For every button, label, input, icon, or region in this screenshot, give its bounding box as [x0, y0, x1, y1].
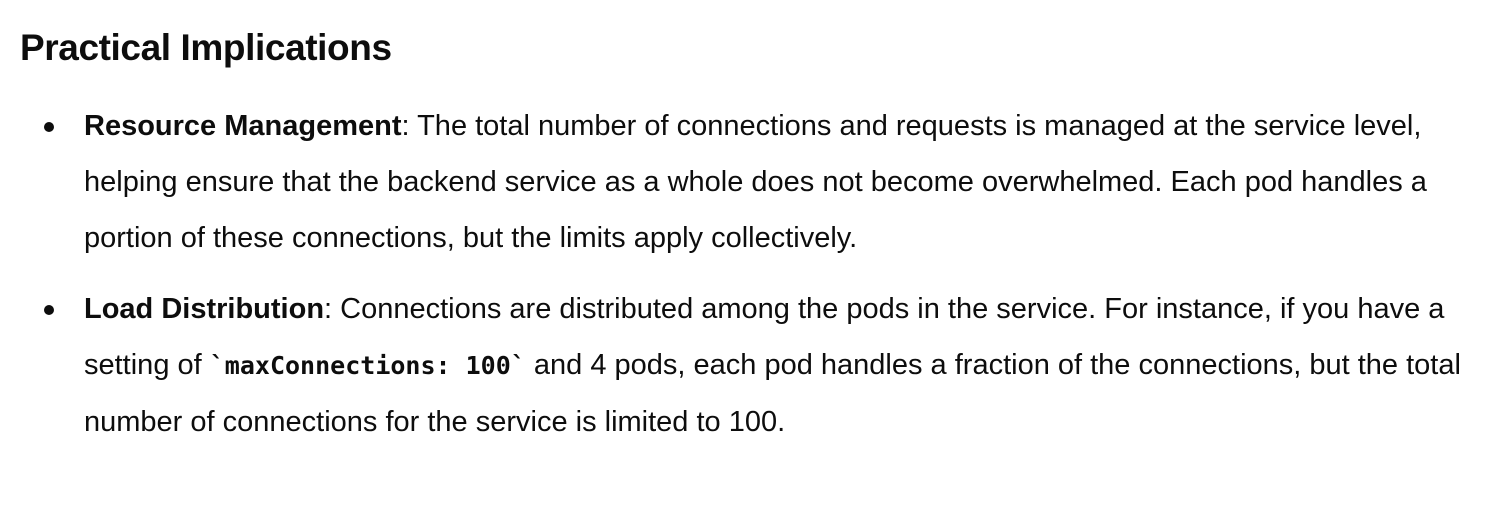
bullet-term: Resource Management	[84, 110, 402, 142]
section-heading: Practical Implications	[20, 27, 392, 68]
document-body: Practical Implications Resource Manageme…	[20, 22, 1482, 450]
bullet-separator: :	[324, 293, 333, 325]
bullet-list: Resource Management: The total number of…	[20, 98, 1482, 450]
inline-code: `maxConnections: 100`	[209, 351, 526, 380]
list-item-resource-management: Resource Management: The total number of…	[20, 98, 1482, 266]
bullet-term: Load Distribution	[84, 293, 325, 325]
list-item-load-distribution: Load Distribution: Connections are distr…	[20, 281, 1482, 450]
bullet-dot-icon	[44, 305, 54, 315]
bullet-separator: :	[401, 110, 410, 142]
bullet-dot-icon	[44, 122, 54, 132]
